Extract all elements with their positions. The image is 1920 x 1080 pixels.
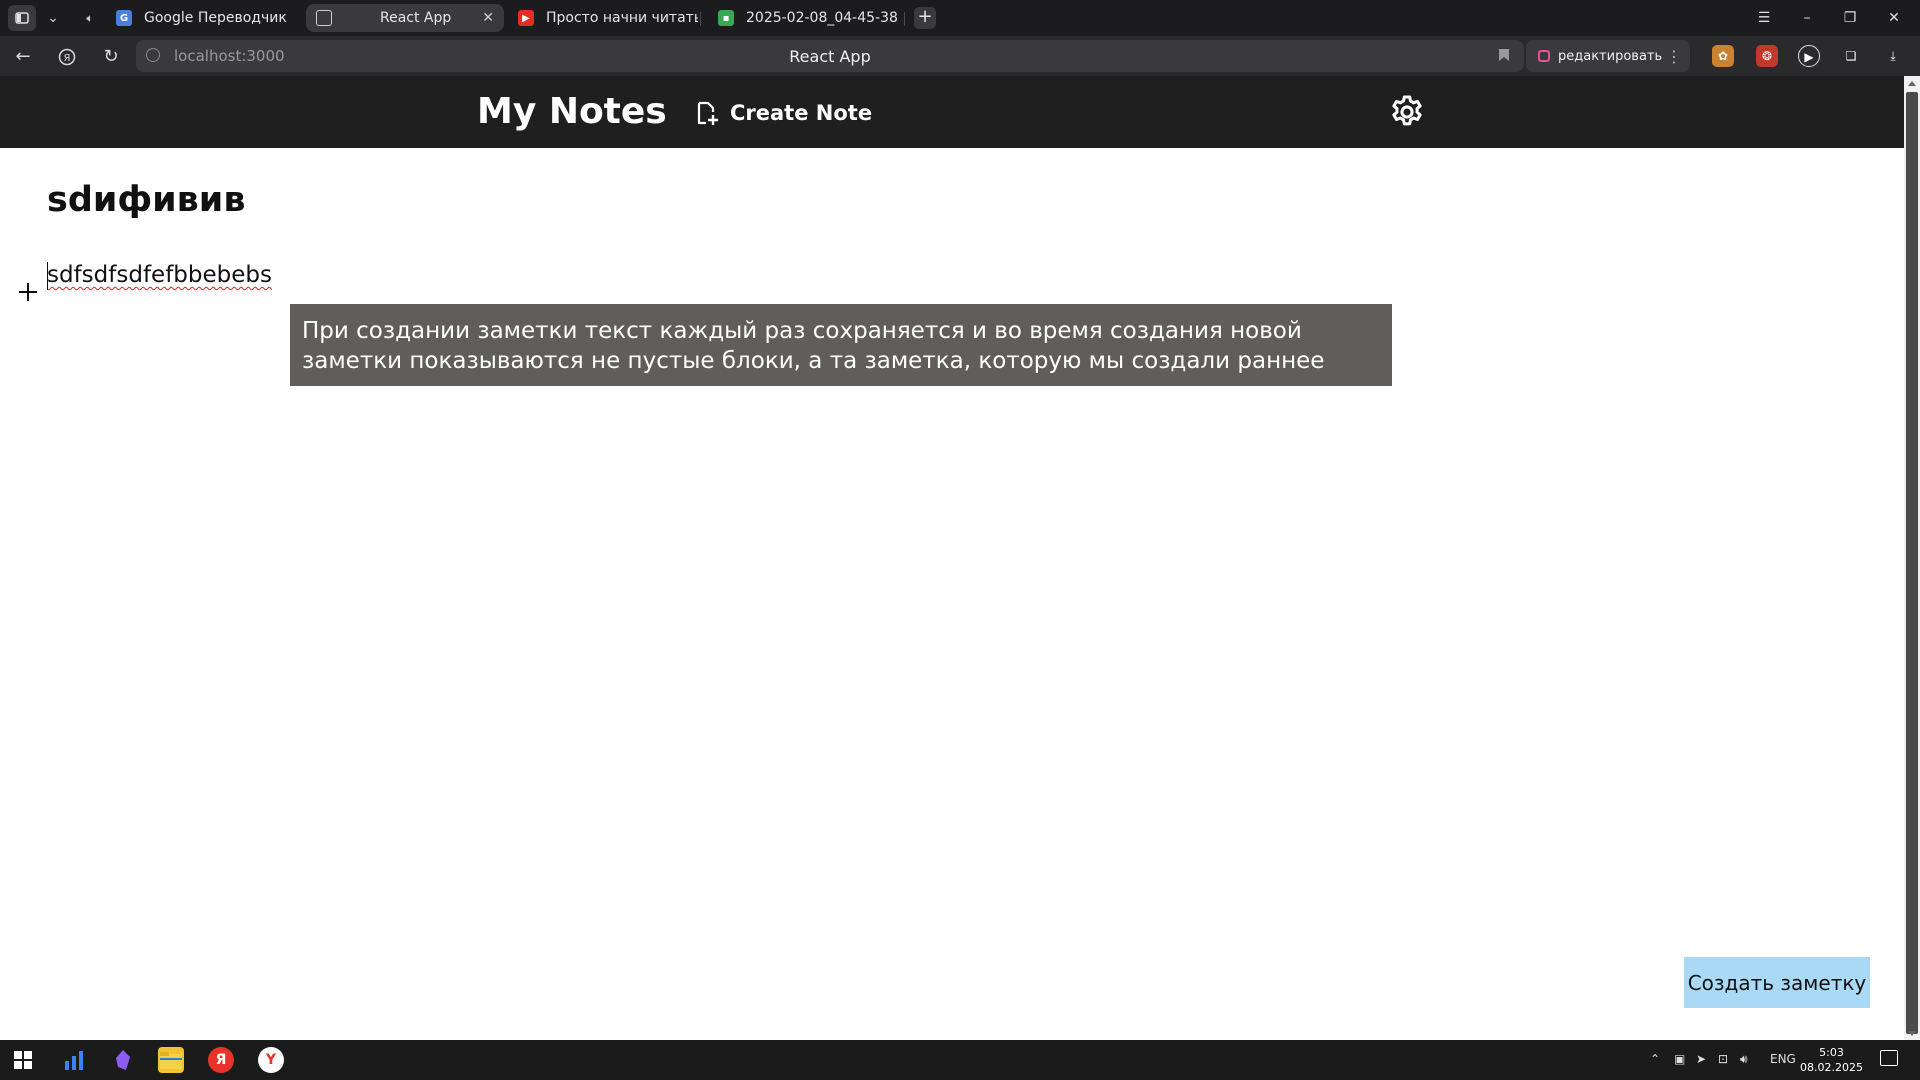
note-body-block[interactable]: sdfsdfsdfefbbebebs: [47, 262, 272, 288]
extension-icon[interactable]: ❂: [1756, 45, 1778, 67]
tab-label: 2025-02-08_04-45-38.png: [746, 10, 898, 26]
scroll-up-icon[interactable]: [1908, 81, 1916, 86]
more-icon[interactable]: ⋮: [1666, 47, 1682, 66]
chevron-up-icon[interactable]: ⌃: [1650, 1052, 1660, 1066]
yandex-home-icon[interactable]: Я: [54, 44, 80, 70]
play-icon[interactable]: ▶: [1798, 45, 1820, 67]
add-block-plus-icon[interactable]: [18, 282, 38, 302]
edit-icon: [1538, 50, 1550, 62]
google-translate-icon: G: [116, 10, 132, 26]
display-icon[interactable]: ▣: [1674, 1052, 1685, 1066]
create-note-label: Create Note: [730, 101, 873, 125]
clock-time: 5:03: [1819, 1046, 1844, 1059]
edit-page-button[interactable]: редактировать ⋮: [1526, 40, 1690, 72]
scroll-down-icon[interactable]: [1908, 1031, 1916, 1036]
collections-icon[interactable]: ❏: [1840, 45, 1862, 67]
tab-react-app[interactable]: React App ✕: [306, 4, 504, 32]
settings-gear-icon[interactable]: [1388, 93, 1426, 131]
bookmark-icon[interactable]: [1498, 48, 1510, 66]
language-indicator[interactable]: ENG: [1770, 1052, 1796, 1066]
tab-label: React App: [380, 10, 452, 26]
tab-youtube[interactable]: ▶ Просто начни читать кни: [518, 4, 698, 32]
yandex-app-icon[interactable]: Я: [208, 1047, 234, 1073]
telegram-icon[interactable]: ➤: [1696, 1052, 1706, 1066]
notifications-icon[interactable]: [1880, 1050, 1898, 1066]
page-icon: [316, 10, 332, 26]
browser-toolbar: ← Я ↻ localhost:3000 React App редактиро…: [0, 36, 1920, 76]
info-tooltip: При создании заметки текст каждый раз со…: [290, 304, 1392, 386]
close-window-icon[interactable]: ✕: [1882, 6, 1906, 30]
restore-icon[interactable]: ❐: [1838, 6, 1862, 30]
image-file-icon: ▪: [718, 10, 734, 26]
chevron-down-icon[interactable]: ⌄: [42, 5, 64, 31]
youtube-icon: ▶: [518, 10, 534, 26]
menu-icon[interactable]: ☰: [1752, 6, 1776, 30]
address-bar[interactable]: localhost:3000 React App: [136, 40, 1524, 72]
svg-text:Я: Я: [64, 53, 71, 64]
obsidian-icon[interactable]: [110, 1047, 136, 1073]
browser-tab-strip: ⌄ 🔈︎ G Google Переводчик React App ✕ ▶ П…: [0, 0, 1920, 36]
create-note-link[interactable]: Create Note: [694, 98, 872, 128]
cookie-extension-icon[interactable]: ✿: [1712, 45, 1734, 67]
edit-label: редактировать: [1558, 48, 1663, 64]
windows-start-icon[interactable]: [10, 1047, 36, 1073]
new-tab-button[interactable]: +: [914, 7, 936, 29]
vertical-scrollbar[interactable]: [1904, 76, 1920, 1040]
back-icon[interactable]: ←: [10, 44, 36, 70]
tab-divider: [700, 12, 701, 26]
file-explorer-icon[interactable]: [158, 1047, 184, 1073]
tab-image-file[interactable]: ▪ 2025-02-08_04-45-38.png: [718, 4, 898, 32]
scrollbar-thumb[interactable]: [1906, 92, 1918, 1034]
sidebar-toggle-icon[interactable]: [8, 5, 36, 31]
stats-app-icon[interactable]: [62, 1047, 88, 1073]
system-clock[interactable]: 5:03 08.02.2025: [1800, 1045, 1863, 1075]
yandex-browser-icon[interactable]: Y: [258, 1047, 284, 1073]
new-note-icon: [694, 100, 720, 126]
minimize-icon[interactable]: –: [1795, 6, 1819, 30]
reload-icon[interactable]: ↻: [98, 44, 124, 70]
create-note-button[interactable]: Создать заметку: [1684, 957, 1870, 1008]
clock-date: 08.02.2025: [1800, 1061, 1863, 1074]
tab-google-translate[interactable]: G Google Переводчик: [116, 4, 296, 32]
close-icon[interactable]: ✕: [482, 10, 494, 26]
windows-taskbar: Я Y ⌃ ▣ ➤ ⊡ 🔊︎ ENG 5:03 08.02.2025: [0, 1040, 1920, 1080]
network-icon[interactable]: ⊡: [1718, 1052, 1728, 1066]
app-header: My Notes Create Note: [0, 76, 1904, 148]
tab-label: Просто начни читать кни: [546, 10, 698, 26]
page-title: React App: [789, 47, 871, 66]
note-title[interactable]: sdифивив: [47, 180, 245, 220]
volume-icon[interactable]: 🔊︎: [1740, 1052, 1748, 1067]
text-caret: [47, 262, 48, 290]
download-icon[interactable]: ⤓: [1882, 45, 1904, 67]
speaker-icon[interactable]: 🔈︎: [80, 5, 100, 31]
tab-divider: [904, 12, 905, 26]
app-logo[interactable]: My Notes: [477, 91, 667, 132]
tab-label: Google Переводчик: [144, 10, 287, 26]
